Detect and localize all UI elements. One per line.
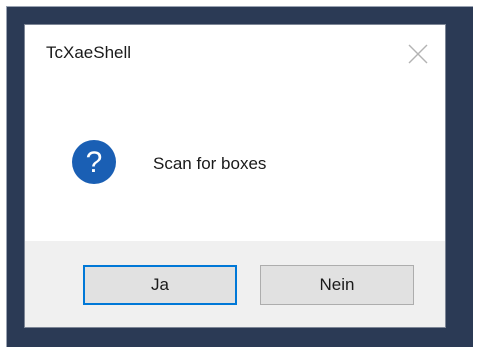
close-icon[interactable] — [405, 41, 431, 67]
svg-text:?: ? — [86, 146, 103, 179]
dialog-content: ? Scan for boxes — [25, 81, 445, 241]
dialog-button-bar: Ja Nein — [25, 241, 445, 327]
message-dialog: TcXaeShell ? Scan for boxes Ja Nein — [24, 24, 446, 328]
dialog-message: Scan for boxes — [153, 154, 267, 173]
question-icon: ? — [72, 140, 116, 184]
dialog-titlebar[interactable]: TcXaeShell — [25, 25, 445, 81]
screen-background: TcXaeShell ? Scan for boxes Ja Nein — [0, 0, 488, 356]
yes-button[interactable]: Ja — [83, 265, 237, 305]
dialog-title: TcXaeShell — [46, 43, 132, 62]
no-button[interactable]: Nein — [260, 265, 414, 305]
